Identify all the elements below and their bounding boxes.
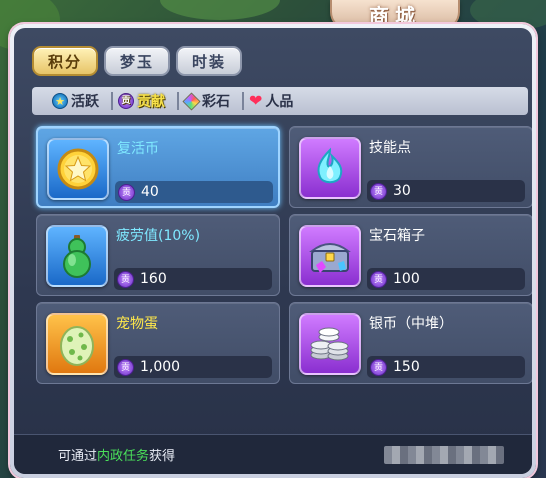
currency-label: 贡献 — [137, 94, 165, 110]
contribution-coin-icon: 贡 — [370, 270, 387, 288]
item-price: 贡 100 — [367, 268, 525, 290]
shop-panel: 积分 梦玉 时装 ★ 活跃 贡 贡献 彩石 ❤ 人品 复活币 贡 40 技能点 … — [10, 24, 536, 478]
shop-item-fatigue[interactable]: 疲劳值(10%) 贡 160 — [36, 214, 280, 296]
green-gourd-icon — [46, 225, 108, 287]
contribution-coin-icon: 贡 — [118, 183, 135, 201]
shop-item-skill-point[interactable]: 技能点 贡 30 — [289, 126, 532, 208]
shop-item-revive-coin[interactable]: 复活币 贡 40 — [36, 126, 280, 208]
item-name: 宠物蛋 — [116, 316, 158, 332]
hint-link-internal-affairs-quest[interactable]: 内政任务 — [97, 445, 149, 464]
currency-filter-character[interactable]: ❤ 人品 — [242, 91, 293, 111]
silver-coin-stack-icon — [299, 313, 361, 375]
item-price: 贡 1,000 — [114, 356, 272, 378]
divider — [242, 92, 244, 110]
item-price: 贡 40 — [115, 181, 273, 203]
shop-panel-body: 积分 梦玉 时装 ★ 活跃 贡 贡献 彩石 ❤ 人品 复活币 贡 40 技能点 … — [14, 28, 532, 474]
star-coin-icon: ★ — [52, 93, 68, 109]
gem-chest-icon — [299, 225, 361, 287]
divider — [111, 92, 113, 110]
tab-points[interactable]: 积分 — [32, 46, 98, 76]
item-price-value: 1,000 — [140, 359, 181, 375]
spotted-egg-icon — [46, 313, 108, 375]
hint-prefix: 可通过 — [58, 449, 98, 464]
currency-label: 人品 — [265, 94, 294, 110]
contribution-coin-icon: 贡 — [117, 270, 134, 288]
contribution-coin-icon: 贡 — [370, 358, 387, 376]
item-price-value: 160 — [140, 271, 167, 287]
currency-filter-bar: ★ 活跃 贡 贡献 彩石 ❤ 人品 — [32, 87, 528, 115]
item-price-value: 150 — [393, 359, 420, 375]
divider — [177, 92, 179, 110]
item-price: 贡 160 — [114, 268, 272, 290]
item-price-value: 100 — [393, 271, 420, 287]
item-name: 银币（中堆） — [369, 316, 453, 332]
gold-star-coin-icon — [47, 138, 109, 200]
rainbow-stone-icon — [182, 91, 201, 111]
shop-item-gem-chest[interactable]: 宝石箱子 贡 100 — [289, 214, 532, 296]
hint-suffix: 获得 — [149, 449, 176, 464]
obscured-watermark — [384, 446, 504, 464]
acquisition-hint: 可通过 内政任务 获得 — [14, 434, 532, 474]
item-price: 贡 30 — [367, 180, 525, 202]
contribution-coin-icon: 贡 — [370, 182, 387, 200]
currency-filter-contribution[interactable]: 贡 贡献 — [111, 91, 165, 111]
shop-tabs: 积分 梦玉 时装 — [32, 46, 242, 76]
item-name: 技能点 — [369, 140, 411, 156]
currency-filter-rainbow-stone[interactable]: 彩石 — [177, 91, 230, 111]
tab-dream-jade[interactable]: 梦玉 — [104, 46, 170, 76]
currency-filter-active[interactable]: ★ 活跃 — [52, 91, 99, 111]
item-price-value: 30 — [393, 183, 411, 199]
blue-flame-icon — [299, 137, 361, 199]
item-name: 疲劳值(10%) — [116, 228, 201, 244]
item-price: 贡 150 — [367, 356, 525, 378]
shop-item-pet-egg[interactable]: 宠物蛋 贡 1,000 — [36, 302, 280, 384]
tab-fashion[interactable]: 时装 — [176, 46, 242, 76]
item-price-value: 40 — [141, 184, 159, 200]
item-name: 复活币 — [117, 141, 159, 157]
currency-label: 活跃 — [71, 94, 99, 110]
contribution-coin-icon: 贡 — [118, 93, 134, 109]
heart-icon: ❤ — [249, 91, 263, 110]
currency-label: 彩石 — [202, 94, 230, 110]
shop-item-silver-coins[interactable]: 银币（中堆） 贡 150 — [289, 302, 532, 384]
contribution-coin-icon: 贡 — [117, 358, 134, 376]
item-name: 宝石箱子 — [369, 228, 425, 244]
background-foliage — [160, 0, 280, 20]
